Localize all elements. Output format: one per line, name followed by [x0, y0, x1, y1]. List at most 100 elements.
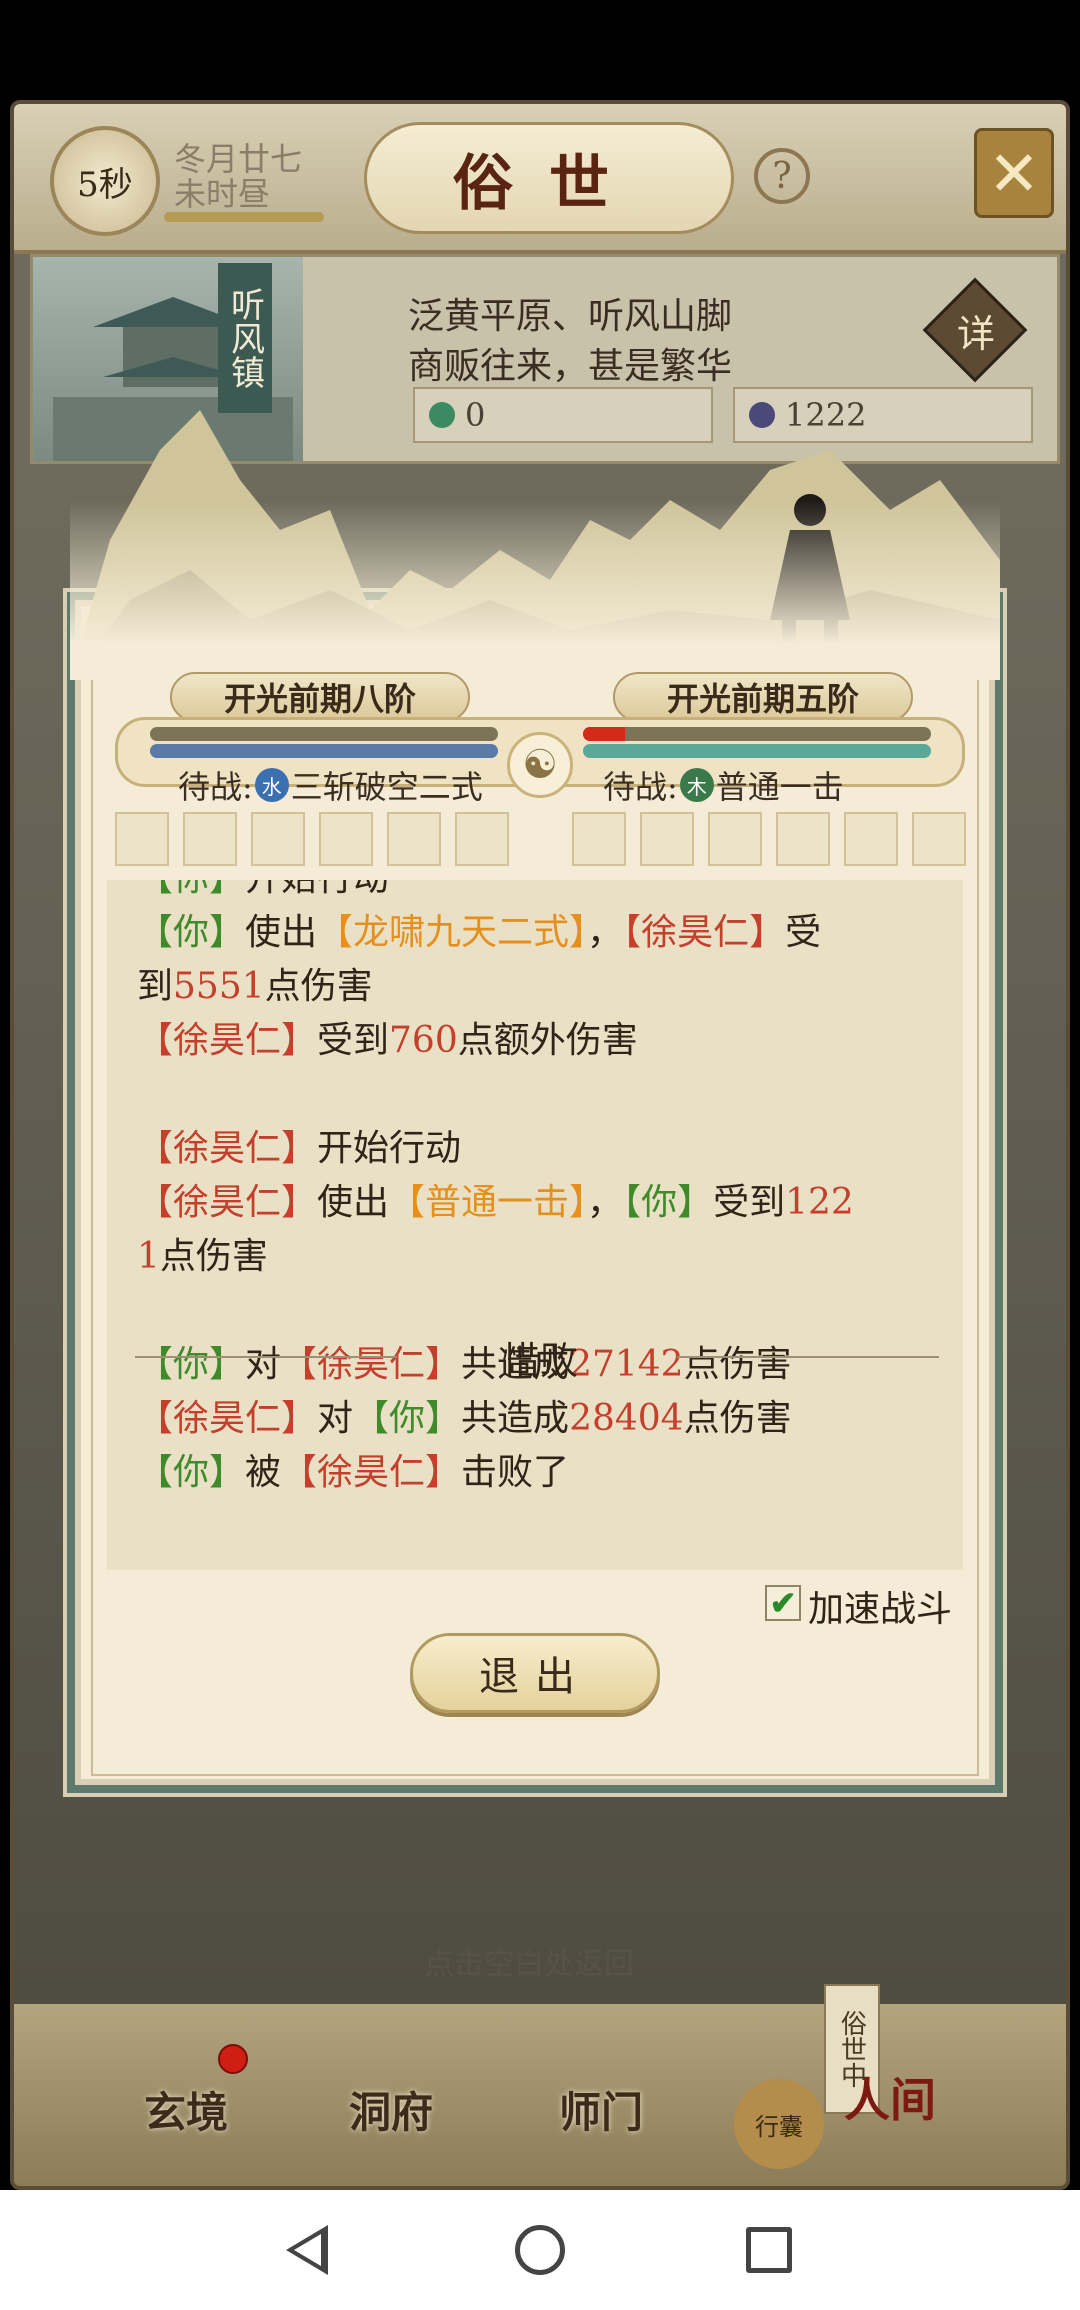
enemy-hp-bar — [583, 727, 931, 741]
page-title: 俗世 — [364, 122, 734, 234]
player-name: 【你】 — [353, 1398, 462, 1439]
player-name: 【你】 — [623, 1182, 714, 1223]
log-text: 点伤害 — [159, 1236, 268, 1277]
nav-shimen[interactable]: 师门 — [559, 2079, 643, 2140]
skill-name: 【龙啸九天二式】 — [317, 912, 588, 953]
log-text: 受到 — [317, 1020, 390, 1061]
enemy-standby: 待战: 木 普通一击 — [603, 762, 844, 808]
enemy-hp-fill — [583, 727, 625, 741]
player-buff-slot — [115, 812, 169, 866]
nav-bag[interactable]: 行囊 — [734, 2079, 824, 2169]
exit-button[interactable]: 退出 — [410, 1633, 660, 1713]
enemy-name: 【徐昊仁】 — [281, 1452, 462, 1493]
log-text: 受到 — [713, 1182, 786, 1223]
damage-value: 5551 — [173, 966, 265, 1007]
enemy-buff-slot — [776, 812, 830, 866]
player-skill: 三斩破空二式 — [290, 768, 483, 806]
player-name: 【你】 — [137, 1452, 246, 1493]
recents-icon[interactable] — [746, 2227, 792, 2273]
close-icon: ✕ — [988, 136, 1040, 210]
log-text: 开始行动 — [245, 880, 389, 899]
log-line: 到5551点伤害 — [137, 960, 957, 1014]
player-buff-slot — [251, 812, 305, 866]
nav-xuanjing[interactable]: 玄境 — [144, 2079, 228, 2140]
log-text: 到 — [137, 966, 174, 1007]
log-text: 点伤害 — [264, 966, 373, 1007]
speed-label[interactable]: 加速战斗 — [808, 1580, 952, 1632]
log-text: 对 — [317, 1398, 354, 1439]
log-text: 击败了 — [461, 1452, 570, 1493]
enemy-buff-slot — [640, 812, 694, 866]
damage-value: 760 — [389, 1020, 458, 1061]
log-line: 【你】开始行动 — [137, 880, 957, 906]
damage-value: 1 — [137, 1236, 160, 1277]
log-line: 【徐昊仁】对【你】共造成28404点伤害 — [137, 1392, 957, 1446]
log-line: 【徐昊仁】受到760点额外伤害 — [137, 1014, 957, 1068]
log-spacer — [137, 1068, 957, 1122]
log-line: 【徐昊仁】使出【普通一击】，【你】受到122 — [137, 1176, 957, 1230]
help-button[interactable]: ? — [754, 148, 810, 204]
player-buff-slot — [183, 812, 237, 866]
enemy-name: 【徐昊仁】 — [281, 1344, 462, 1385]
log-text: ， — [587, 912, 624, 953]
enemy-standby-label: 待战: — [603, 768, 678, 806]
return-hint: 点击空白处返回 — [424, 1947, 634, 1982]
enemy-rank: 开光前期五阶 — [613, 672, 913, 722]
battle-log-lines: 【你】开始行动 【你】使出【龙啸九天二式】，【徐昊仁】受 到5551点伤害 【徐… — [137, 880, 957, 1500]
log-line: 【徐昊仁】开始行动 — [137, 1122, 957, 1176]
nav-renjian[interactable]: 人间 — [844, 2064, 1064, 2184]
damage-value: 122 — [785, 1182, 854, 1223]
player-hp-bar — [150, 727, 498, 741]
timer-badge: 5秒 — [50, 126, 160, 236]
log-text: 受 — [785, 912, 822, 953]
log-text: 开始行动 — [317, 1128, 462, 1169]
player-name: 【你】 — [137, 1344, 246, 1385]
player-standby: 待战: 水 三斩破空二式 — [178, 762, 483, 808]
log-line: 【你】被【徐昊仁】击败了 — [137, 1446, 957, 1500]
enemy-buff-slot — [912, 812, 966, 866]
battle-result-title: 惜败 — [501, 1339, 578, 1383]
close-button[interactable]: ✕ — [974, 128, 1054, 218]
log-text: ， — [587, 1182, 624, 1223]
player-buff-slot — [319, 812, 373, 866]
divider-left — [135, 1356, 397, 1358]
enemy-name: 【徐昊仁】 — [623, 912, 786, 953]
time-progress-bar — [164, 212, 324, 222]
player-standby-label: 待战: — [178, 768, 253, 806]
log-text: 点额外伤害 — [457, 1020, 638, 1061]
battle-log[interactable]: 【你】开始行动 【你】使出【龙啸九天二式】，【徐昊仁】受 到5551点伤害 【徐… — [107, 880, 963, 1570]
location-desc-2: 商贩往来，甚是繁华 — [408, 346, 733, 387]
divider-right — [677, 1356, 939, 1358]
player-rank: 开光前期八阶 — [170, 672, 470, 722]
log-text: 点伤害 — [683, 1398, 792, 1439]
detail-label[interactable]: 详 — [951, 297, 1001, 363]
player-buff-slot — [387, 812, 441, 866]
nav-dongfu[interactable]: 洞府 — [349, 2079, 433, 2140]
player-buff-slot — [455, 812, 509, 866]
home-icon[interactable] — [515, 2225, 565, 2275]
log-text: 共造成 — [461, 1398, 570, 1439]
enemy-buff-slot — [844, 812, 898, 866]
enemy-buff-slot — [708, 812, 762, 866]
log-text: 对 — [245, 1344, 282, 1385]
top-bar: 5秒 冬月廿七 未时昼 俗世 ? ✕ — [14, 104, 1066, 254]
enemy-mp-bar — [583, 744, 931, 758]
skill-name: 【普通一击】 — [389, 1182, 588, 1223]
yinyang-icon: ☯ — [507, 732, 573, 798]
back-icon-inner — [294, 2234, 321, 2266]
enemy-buff-slot — [572, 812, 626, 866]
enemy-name: 【徐昊仁】 — [137, 1398, 318, 1439]
mist-overlay — [70, 500, 1000, 680]
log-line: 1点伤害 — [137, 1230, 957, 1284]
log-text: 使出 — [245, 912, 318, 953]
enemy-name: 【徐昊仁】 — [137, 1182, 318, 1223]
location-desc-1: 泛黄平原、听风山脚 — [408, 296, 733, 337]
speed-checkbox[interactable]: ✔ — [765, 1584, 801, 1622]
wood-element-icon: 木 — [679, 768, 714, 802]
player-name: 【你】 — [137, 880, 245, 899]
date-line-2: 未时昼 — [174, 175, 271, 213]
log-line: 【你】使出【龙啸九天二式】，【徐昊仁】受 — [137, 906, 957, 960]
enemy-skill: 普通一击 — [715, 768, 844, 806]
log-text: 被 — [245, 1452, 282, 1493]
player-mp-bar — [150, 744, 498, 758]
